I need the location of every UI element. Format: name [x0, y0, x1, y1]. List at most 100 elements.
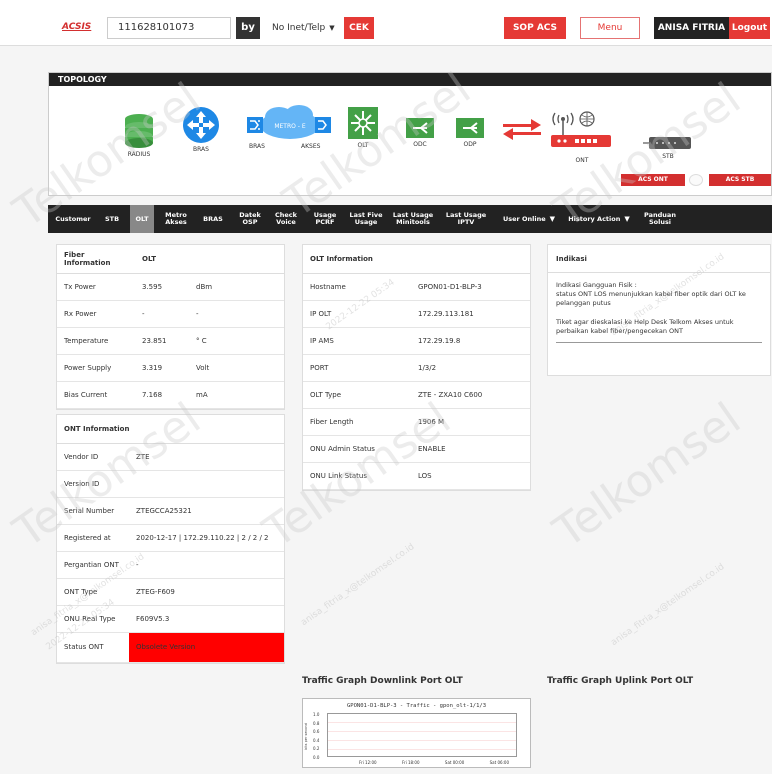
tab-datek-osp[interactable]: Datek OSP	[236, 205, 264, 233]
uplink-graph-title: Traffic Graph Uplink Port OLT	[547, 676, 694, 686]
graph-y-ticks: 1.0 0.8 0.6 0.4 0.2 0.0	[313, 711, 319, 763]
odp-node[interactable]: ODP	[453, 117, 487, 148]
watermark-user: anisa_fitria_x@telkomsel.co.id	[609, 561, 727, 649]
acs-stb-connectivity-button[interactable]: ACS STB Connectivity	[709, 174, 771, 195]
olt-cell: 172.29.19.8	[411, 327, 530, 355]
ont-head: ONT Information	[57, 415, 284, 444]
topology-title: TOPOLOGY	[49, 73, 771, 86]
search-type-select[interactable]: No Inet/Telp ▼	[266, 17, 342, 39]
ont-cell: Status ONT	[57, 632, 129, 663]
table-row: OLT Type ZTE - ZXA10 C600	[303, 381, 530, 409]
database-icon	[125, 114, 153, 148]
olt-information-panel: OLT Information Hostname GPON01-D1-BLP-3 …	[302, 244, 531, 491]
olt-cell: GPON01-D1-BLP-3	[411, 273, 530, 301]
watermark-user: anisa_fitria_x@telkomsel.co.id	[299, 541, 417, 629]
user-name: ANISA FITRIA	[654, 17, 729, 39]
table-row: Tx Power 3.595 dBm	[57, 273, 284, 301]
ont-cell: ZTEGCCA25321	[129, 497, 284, 525]
table-row: IP OLT 172.29.113.181	[303, 300, 530, 328]
olt-cell: 1/3/2	[411, 354, 530, 382]
table-row: Version ID	[57, 470, 284, 498]
metro-e-node[interactable]: METRO - E BRAS AKSES	[245, 103, 335, 153]
table-row: Registered at 2020-12-17 | 172.29.110.22 …	[57, 524, 284, 552]
tab-user-online[interactable]: User Online ▼	[500, 205, 558, 233]
ont-cell: ONU Real Type	[57, 605, 129, 633]
tab-last-usage-minitools[interactable]: Last Usage Minitools	[392, 205, 434, 233]
cek-button[interactable]: CEK	[344, 17, 374, 39]
olt-cell: Hostname	[303, 273, 411, 301]
tab-metro-akses[interactable]: Metro Akses	[162, 205, 190, 233]
ont-node[interactable]: ONT	[547, 109, 617, 164]
fiber-cell: 7.168	[135, 381, 189, 409]
tab-usage-pcrf[interactable]: Usage PCRF	[310, 205, 340, 233]
tab-history-action-label: History Action	[568, 214, 621, 223]
fiber-cell: Tx Power	[57, 273, 135, 301]
table-row: Temperature 23.851 ° C	[57, 327, 284, 355]
graph-ylabel: bits per second	[304, 723, 308, 750]
topology-panel: TOPOLOGY RADIUS BRAS METRO - E BRAS AKSE…	[48, 72, 772, 196]
tab-history-action[interactable]: History Action ▼	[564, 205, 634, 233]
fiber-cell: 3.595	[135, 273, 189, 301]
tab-panduan-solusi[interactable]: Panduan Solusi	[640, 205, 680, 233]
acsis-logo[interactable]: ACSIS	[62, 22, 91, 32]
tab-navigation: Customer STB OLT Metro Akses BRAS Datek …	[48, 205, 772, 233]
ont-cell: Vendor ID	[57, 443, 129, 471]
table-row: ONT Type ZTEG-F609	[57, 578, 284, 606]
account-number-input[interactable]: 111628101073	[107, 17, 231, 39]
odp-label: ODP	[463, 141, 477, 148]
tab-stb[interactable]: STB	[100, 205, 124, 233]
table-row: IP AMS 172.29.19.8	[303, 327, 530, 355]
status-ont-badge: Obsolete Version	[129, 632, 284, 663]
odc-node[interactable]: ODC	[403, 117, 437, 148]
olt-label: OLT	[357, 142, 369, 149]
fiber-cell: Volt	[189, 354, 284, 382]
ont-cell	[129, 470, 284, 498]
tab-olt[interactable]: OLT	[130, 205, 154, 233]
fiber-cell: Rx Power	[57, 300, 135, 328]
indikasi-line-2: status ONT LOS menunjukkan kabel fiber o…	[556, 290, 746, 307]
radius-node[interactable]: RADIUS	[119, 113, 159, 158]
x-tick: Fri 12:00	[359, 760, 377, 765]
cloud-icon: METRO - E	[247, 105, 331, 139]
fiber-cell: Temperature	[57, 327, 135, 355]
downlink-traffic-graph: GPON01-D1-BLP-3 - Traffic - gpon_olt-1/1…	[302, 698, 531, 768]
menu-button[interactable]: Menu	[580, 17, 640, 39]
header: ACSIS 111628101073 by No Inet/Telp ▼ CEK …	[0, 0, 772, 46]
ont-cell: F609V5.3	[129, 605, 284, 633]
tab-bras[interactable]: BRAS	[198, 205, 228, 233]
olt-cell: Fiber Length	[303, 408, 411, 436]
logout-button[interactable]: Logout	[729, 17, 770, 39]
sop-acs-button[interactable]: SOP ACS	[504, 17, 566, 39]
olt-cell: ENABLE	[411, 435, 530, 463]
tab-last-usage-iptv[interactable]: Last Usage IPTV	[442, 205, 490, 233]
olt-cell: IP AMS	[303, 327, 411, 355]
olt-cell: LOS	[411, 462, 530, 490]
fiber-head-label: Fiber Information	[57, 245, 135, 274]
table-row: Bias Current 7.168 mA	[57, 381, 284, 409]
fiber-cell: -	[189, 300, 284, 328]
ont-label: ONT	[575, 157, 589, 164]
y-tick: 0.2	[313, 746, 320, 752]
tab-last-five-usage[interactable]: Last Five Usage	[348, 205, 384, 233]
fiber-information-table: Fiber Information OLT Tx Power 3.595 dBm R…	[57, 245, 284, 409]
fiber-information-panel: Fiber Information OLT Tx Power 3.595 dBm R…	[56, 244, 285, 410]
x-tick: Sat 00:00	[444, 760, 465, 765]
router-icon	[183, 107, 219, 143]
y-tick: 0.4	[313, 737, 320, 743]
tab-customer[interactable]: Customer	[54, 205, 92, 233]
ont-cell: Pergantian ONT	[57, 551, 129, 579]
indikasi-line-3: Tiket agar dieskalasi ke Help Desk Telko…	[556, 318, 734, 335]
downlink-graph-title: Traffic Graph Downlink Port OLT	[302, 676, 463, 686]
stb-node[interactable]: STB	[641, 135, 695, 160]
radius-label: RADIUS	[127, 151, 151, 158]
y-tick: 1.0	[313, 712, 320, 717]
tab-check-voice[interactable]: Check Voice	[272, 205, 300, 233]
graph-x-ticks: Fri 12:00 Fri 18:00 Sat 00:00 Sat 06:00	[359, 760, 509, 765]
olt-cell: IP OLT	[303, 300, 411, 328]
bras-node-1[interactable]: BRAS	[179, 106, 223, 153]
olt-node[interactable]: OLT	[345, 106, 381, 149]
olt-cell: 172.29.113.181	[411, 300, 530, 328]
olt-cell: 1906 M	[411, 408, 530, 436]
olt-cell: PORT	[303, 354, 411, 382]
acs-ont-connectivity-button[interactable]: ACS ONT Connectivity	[621, 174, 685, 195]
